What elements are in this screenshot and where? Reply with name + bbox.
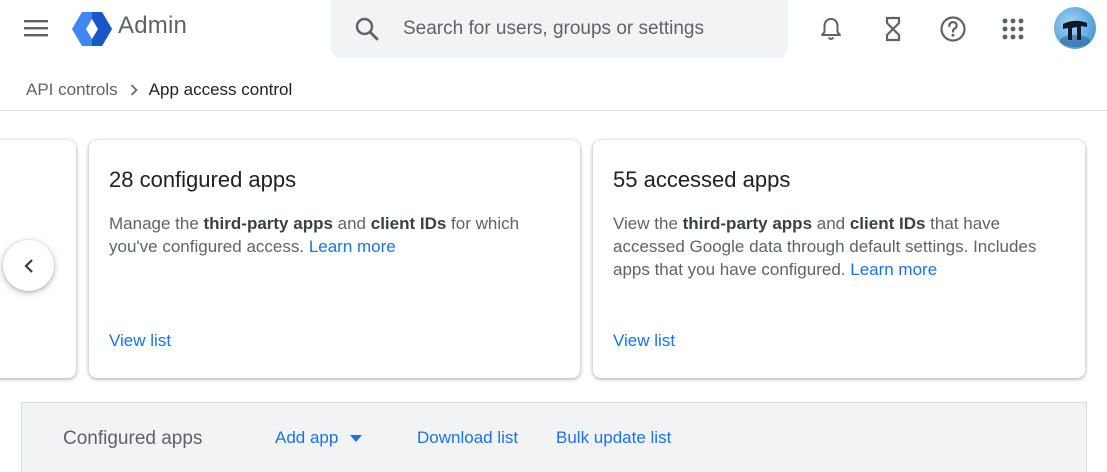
search-input[interactable] [403,14,758,44]
top-bar: Admin [0,0,1107,58]
search-button[interactable] [353,15,381,43]
search-icon [355,17,379,41]
add-app-button[interactable]: Add app [275,428,363,448]
desc-bold: third-party apps [203,214,333,233]
card-title: 55 accessed apps [613,167,791,192]
menu-icon [24,20,48,37]
learn-more-link[interactable]: Learn more [309,237,396,256]
desc-text: and [332,214,371,233]
tasks-button[interactable] [876,12,910,46]
admin-logo-icon[interactable] [72,10,112,48]
notifications-button[interactable] [814,12,848,46]
caret-down-icon [350,434,363,442]
desc-bold: client IDs [849,214,926,233]
apps-button[interactable] [996,12,1030,46]
desc-bold: client IDs [370,214,447,233]
chevron-left-icon [23,258,33,273]
apps-grid-icon [1002,18,1024,40]
accessed-apps-card: 55 accessed apps View the third-party ap… [593,140,1085,378]
desc-text: and [812,214,850,233]
help-button[interactable] [936,12,970,46]
breadcrumb-current: App access control [148,80,293,99]
configured-apps-card: 28 configured apps Manage the third-part… [89,140,580,378]
configured-apps-toolbar: Configured apps Add app Download list Bu… [21,402,1087,472]
card-title: 28 configured apps [109,167,297,192]
avatar[interactable] [1054,7,1096,49]
toolbar-title: Configured apps [63,428,203,449]
bulk-update-list-button[interactable]: Bulk update list [556,428,671,448]
desc-text: View the [613,214,683,233]
carousel-prev-button[interactable] [3,240,54,291]
avatar-image [1060,20,1090,47]
learn-more-link[interactable]: Learn more [850,260,937,279]
bell-icon [821,18,841,40]
view-list-link[interactable]: View list [613,331,675,351]
add-app-label: Add app [275,428,339,447]
download-list-button[interactable]: Download list [417,428,518,448]
chevron-right-icon [130,84,138,96]
view-list-link[interactable]: View list [109,331,171,351]
header-divider [0,110,1107,111]
card-description: Manage the third-party apps and client I… [109,212,549,258]
search-bar [331,0,788,58]
hourglass-icon [885,16,901,42]
app-name: Admin [118,12,188,39]
breadcrumb: API controls App access control [26,79,292,101]
main-menu-button[interactable] [20,14,52,42]
card-description: View the third-party apps and client IDs… [613,212,1053,281]
breadcrumb-api-controls[interactable]: API controls [26,80,118,100]
desc-text: Manage the [109,214,204,233]
desc-bold: third-party apps [682,214,813,233]
help-icon [940,16,966,42]
